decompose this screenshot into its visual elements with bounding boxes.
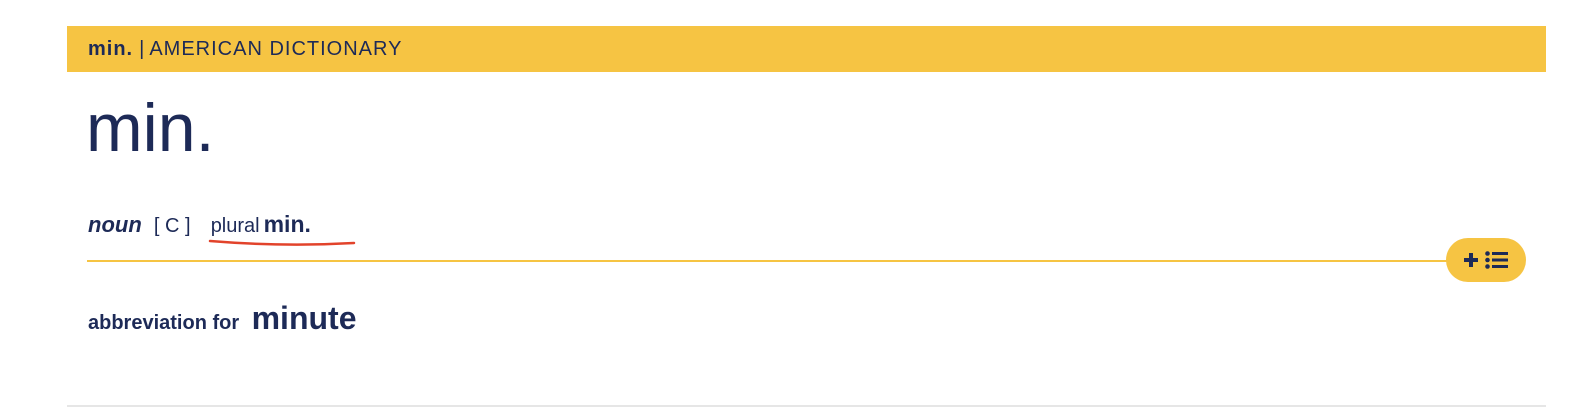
dictionary-entry: min. | AMERICAN DICTIONARY min. noun [ C ]… (67, 26, 1546, 407)
plus-icon (1464, 253, 1478, 267)
grammar-line: noun [ C ] plural min. (88, 211, 355, 246)
underline-annotation (208, 239, 355, 246)
definition: abbreviation for minute (88, 300, 356, 337)
definition-text: abbreviation for (88, 312, 240, 334)
header-separator: | (139, 38, 146, 60)
plural-label: plural (210, 215, 260, 237)
dictionary-header-bar: min. | AMERICAN DICTIONARY (67, 26, 1546, 72)
entry-bottom-rule (67, 405, 1546, 407)
dictionary-header: min. | AMERICAN DICTIONARY (88, 38, 402, 61)
grammar-code: [ C ] (153, 215, 191, 237)
cross-reference-link[interactable]: minute (252, 300, 357, 336)
list-icon (1485, 251, 1508, 269)
plural-form: min. (263, 211, 311, 237)
dictionary-name: AMERICAN DICTIONARY (149, 38, 403, 60)
plural-info: plural min. (208, 211, 355, 246)
header-word: min. (88, 38, 134, 60)
headword: min. (86, 90, 215, 166)
section-divider (87, 260, 1487, 262)
add-to-word-list-button[interactable] (1446, 238, 1526, 282)
part-of-speech: noun (88, 212, 142, 237)
